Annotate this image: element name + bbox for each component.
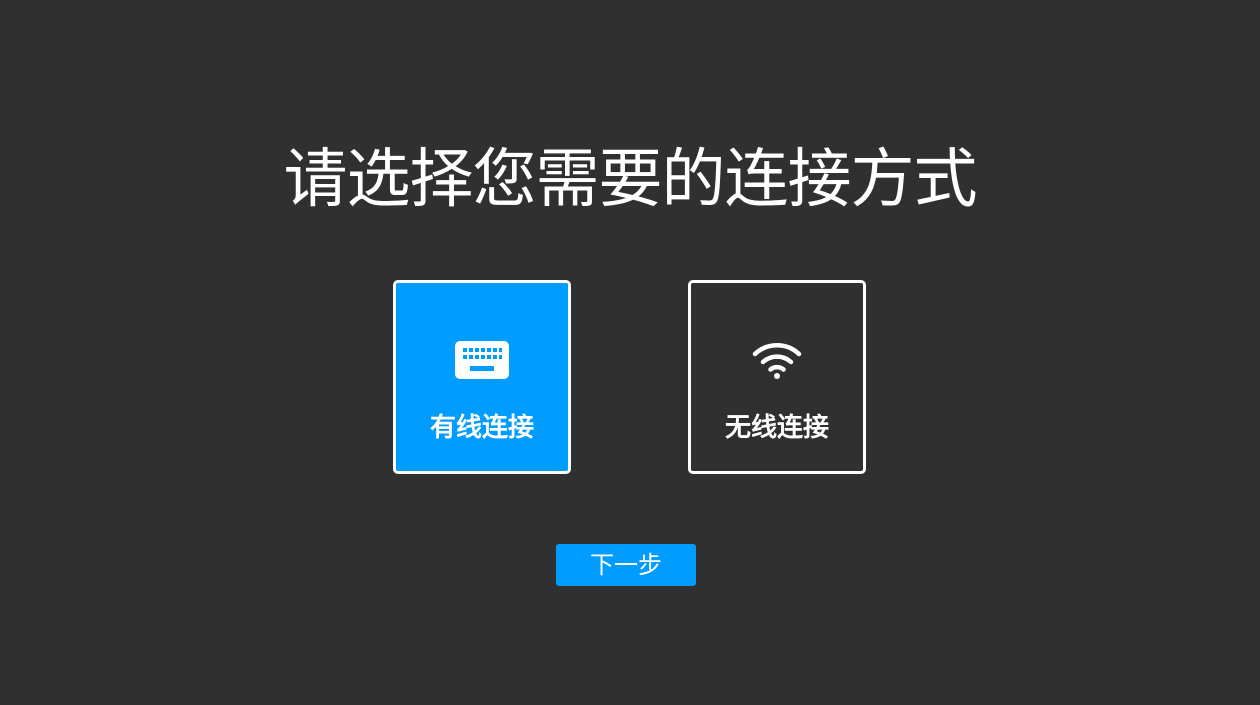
- wired-connection-option[interactable]: 有线连接: [393, 280, 571, 474]
- page-title: 请选择您需要的连接方式: [283, 143, 978, 217]
- next-button[interactable]: 下一步: [556, 544, 696, 586]
- wireless-connection-label: 无线连接: [724, 413, 829, 443]
- wired-connection-label: 有线连接: [429, 413, 534, 443]
- keyboard-icon: [396, 338, 568, 382]
- wifi-icon: [691, 338, 863, 382]
- connection-setup-screen: 请选择您需要的连接方式 有线连接 无线连接 下一步: [0, 0, 1260, 705]
- wireless-connection-option[interactable]: 无线连接: [688, 280, 866, 474]
